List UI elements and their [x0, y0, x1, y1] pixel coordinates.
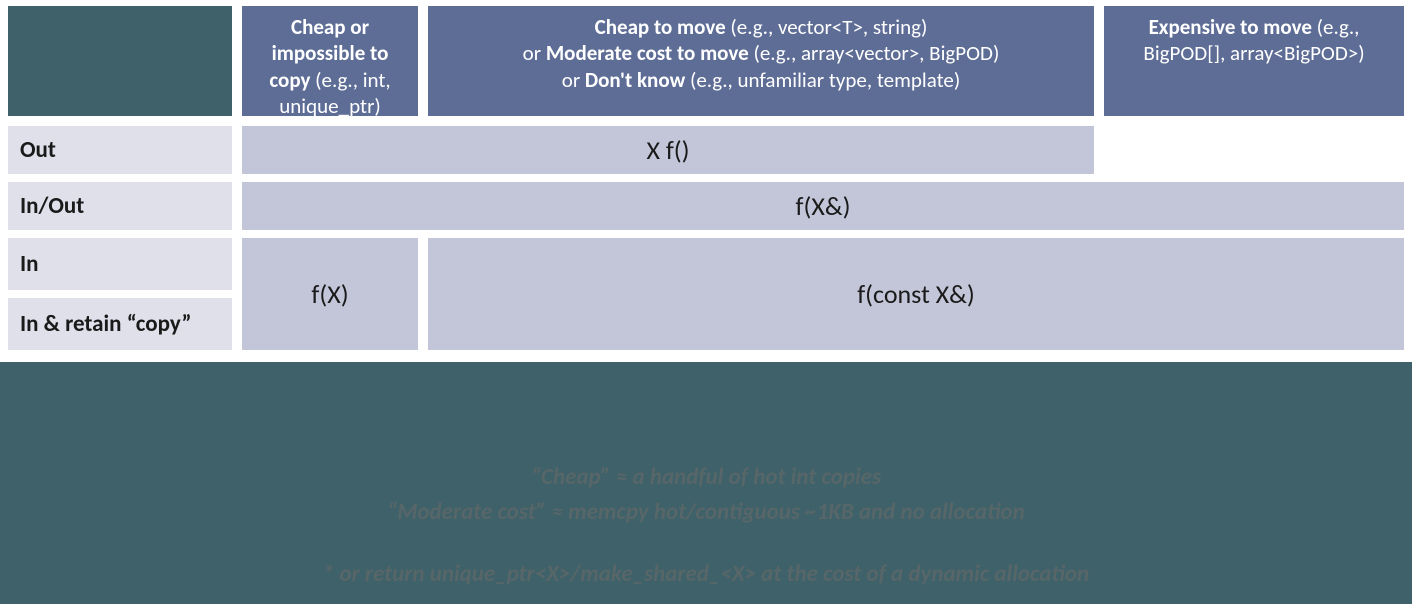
footnote-uniqueptr: * or return unique_ptr<X>/make_shared_<X… — [0, 557, 1412, 592]
header-col-expensive-move: Expensive to move (e.g., BigPOD[], array… — [1104, 6, 1404, 116]
row-inout: In/Out f(X&) — [0, 178, 1412, 234]
header-col-b-bold3: Don't know — [585, 67, 685, 93]
header-row: Cheap or impossible to copy (e.g., int, … — [0, 0, 1412, 122]
header-col-b-eg3: (e.g., unfamiliar type, template) — [685, 67, 960, 93]
header-col-b-bold1: Cheap to move — [595, 14, 726, 40]
diagram-stage: Cheap or impossible to copy (e.g., int, … — [0, 0, 1412, 604]
header-col-b-eg1: (e.g., vector<T>, string) — [726, 14, 928, 40]
header-col-cheap-move: Cheap to move (e.g., vector<T>, string) … — [428, 6, 1094, 116]
cell-in-rest: f(const X&) — [428, 238, 1404, 350]
header-col-cheap-copy: Cheap or impossible to copy (e.g., int, … — [242, 6, 418, 116]
table-area: Cheap or impossible to copy (e.g., int, … — [0, 0, 1412, 362]
row-in-group: In In & retain “copy” f(X) f(const X&) — [0, 234, 1412, 354]
footnote-moderate: “Moderate cost” ≈ memcpy hot/contiguous … — [387, 498, 1024, 526]
rowlabel-inretain: In & retain “copy” — [8, 298, 232, 350]
header-spacer — [8, 6, 232, 116]
cell-in-cheapcopy: f(X) — [242, 238, 418, 350]
header-col-c-bold: Expensive to move — [1149, 14, 1312, 40]
row-out: Out X f() — [0, 122, 1412, 178]
header-col-b-eg2: (e.g., array<vector>, BigPOD) — [749, 40, 1000, 66]
rowlabels-in-group: In In & retain “copy” — [8, 238, 232, 350]
rowlabel-out: Out — [8, 126, 232, 174]
header-col-b-pre3: or — [562, 67, 585, 93]
cell-inout: f(X&) — [242, 182, 1404, 230]
rowlabel-in: In — [8, 238, 232, 290]
cell-out-expensive-empty — [1104, 126, 1404, 174]
rowlabel-inout: In/Out — [8, 182, 232, 230]
header-col-b-pre2: or — [523, 40, 546, 66]
cell-out: X f() — [242, 126, 1094, 174]
header-col-b-bold2: Moderate cost to move — [546, 40, 749, 66]
footnotes: “Cheap” ≈ a handful of hot int copies “M… — [0, 460, 1412, 592]
footnote-cheap: “Cheap” ≈ a handful of hot int copies — [531, 463, 881, 491]
